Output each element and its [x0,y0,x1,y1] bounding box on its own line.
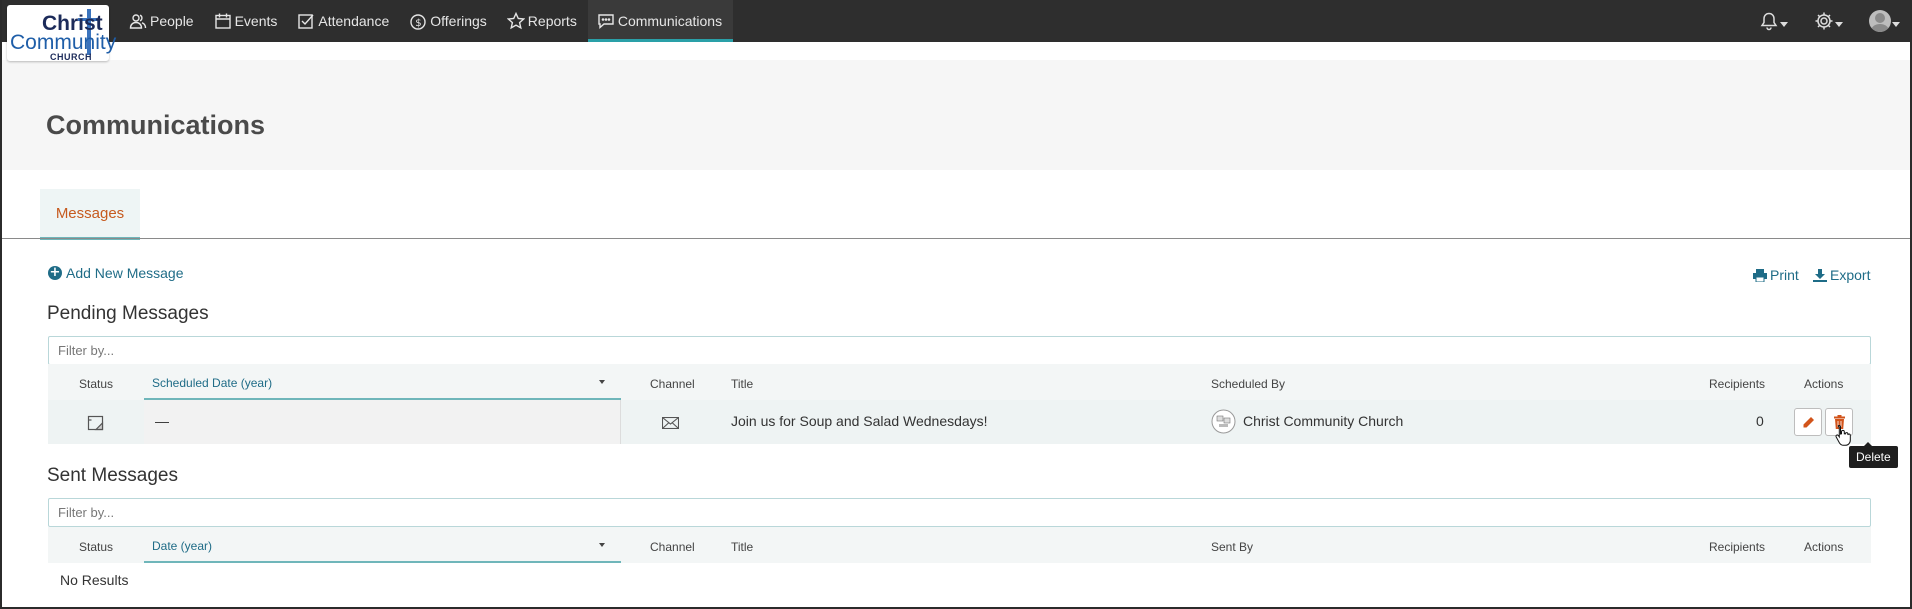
export-button[interactable]: Export [1813,267,1870,283]
avatar [1869,10,1891,32]
tab-messages[interactable]: Messages [40,189,140,240]
notifications-button[interactable] [1759,11,1788,31]
message-title-link[interactable]: Join us for Soup and Salad Wednesdays! [731,413,988,429]
nav-offerings[interactable]: $ Offerings [400,0,498,42]
nav-communications[interactable]: Communications [587,0,734,42]
pending-messages-title: Pending Messages [47,303,209,324]
col-date-label: Date (year) [152,539,213,553]
tab-divider [2,238,1910,239]
star-icon [506,12,525,30]
add-new-message-button[interactable]: + Add New Message [48,265,184,281]
col-status[interactable]: Status [79,540,113,554]
app-window: People Events Attendance $ Offerings Rep… [0,0,1912,609]
nav-events[interactable]: Events [205,0,289,42]
nav-offerings-label: Offerings [430,13,487,29]
settings-button[interactable] [1814,11,1843,31]
nav-communications-label: Communications [617,13,723,29]
col-scheduled-date[interactable]: Scheduled Date (year) [144,364,621,400]
calendar-icon [214,13,231,29]
sort-desc-icon [599,543,605,547]
nav-right-tools [1759,0,1900,42]
recipients-value: 0 [1756,413,1764,429]
print-button[interactable]: Print [1753,267,1799,283]
col-recipients[interactable]: Recipients [1709,377,1765,391]
col-title[interactable]: Title [731,540,753,554]
col-actions: Actions [1804,377,1844,391]
chevron-down-icon [1835,21,1843,27]
logo-line3: CHURCH [50,52,92,62]
chat-icon [598,14,614,30]
nav-events-label: Events [234,13,278,29]
plus-circle-icon: + [48,265,62,280]
people-icon [129,14,147,29]
user-menu-button[interactable] [1869,10,1900,32]
page-header [2,60,1910,170]
col-scheduled-by[interactable]: Scheduled By [1211,377,1285,391]
print-label: Print [1770,267,1799,283]
page-title: Communications [46,110,266,140]
col-sent-by[interactable]: Sent By [1211,540,1253,554]
chevron-down-icon [1892,21,1900,27]
export-label: Export [1830,267,1871,283]
nav-people-label: People [150,13,194,29]
church-logo[interactable]: Christ Community CHURCH [7,5,116,62]
col-actions: Actions [1804,540,1844,554]
nav-attendance-label: Attendance [318,13,390,29]
download-icon [1813,268,1827,282]
nav-reports[interactable]: Reports [498,0,588,42]
scheduled-date-value: — [155,413,169,429]
scheduled-by-value: Christ Community Church [1243,413,1404,429]
printer-icon [1753,268,1767,282]
col-channel[interactable]: Channel [650,540,695,554]
sent-messages-title: Sent Messages [47,465,178,486]
col-date[interactable]: Date (year) [144,527,621,563]
delete-tooltip: Delete [1849,442,1898,468]
col-scheduled-date-label: Scheduled Date (year) [152,376,273,390]
coin-icon: $ [410,14,426,30]
checkbox-icon [298,14,314,29]
edit-button[interactable] [1794,408,1822,436]
main-nav: People Events Attendance $ Offerings Rep… [120,0,734,42]
top-navbar: People Events Attendance $ Offerings Rep… [2,0,1910,42]
pencil-icon [1803,416,1814,427]
chevron-down-icon [1780,21,1788,27]
scheduled-date-cell: — [144,400,621,444]
pending-filter-input[interactable] [48,336,1871,365]
col-channel[interactable]: Channel [650,377,695,391]
col-title[interactable]: Title [731,377,753,391]
nav-reports-label: Reports [527,13,577,29]
church-avatar-icon [1211,409,1236,434]
cursor-hand-icon [1835,424,1851,446]
svg-text:$: $ [416,18,422,29]
sent-table-header: Status Date (year) Channel Title Sent By… [48,527,1871,563]
sent-filter-input[interactable] [48,498,1871,527]
table-row[interactable]: — Join us for Soup and Salad Wednesdays!… [48,400,1871,446]
nav-attendance[interactable]: Attendance [288,0,400,42]
add-new-message-label: Add New Message [66,265,184,281]
col-recipients[interactable]: Recipients [1709,540,1765,554]
email-icon [662,417,679,429]
sort-desc-icon [599,380,605,384]
draft-icon [87,415,104,431]
pending-table-header: Status Scheduled Date (year) Channel Tit… [48,364,1871,400]
nav-people[interactable]: People [120,0,205,42]
bell-icon [1760,12,1778,31]
gear-icon [1815,12,1833,30]
no-results-message: No Results [60,572,129,588]
col-status[interactable]: Status [79,377,113,391]
